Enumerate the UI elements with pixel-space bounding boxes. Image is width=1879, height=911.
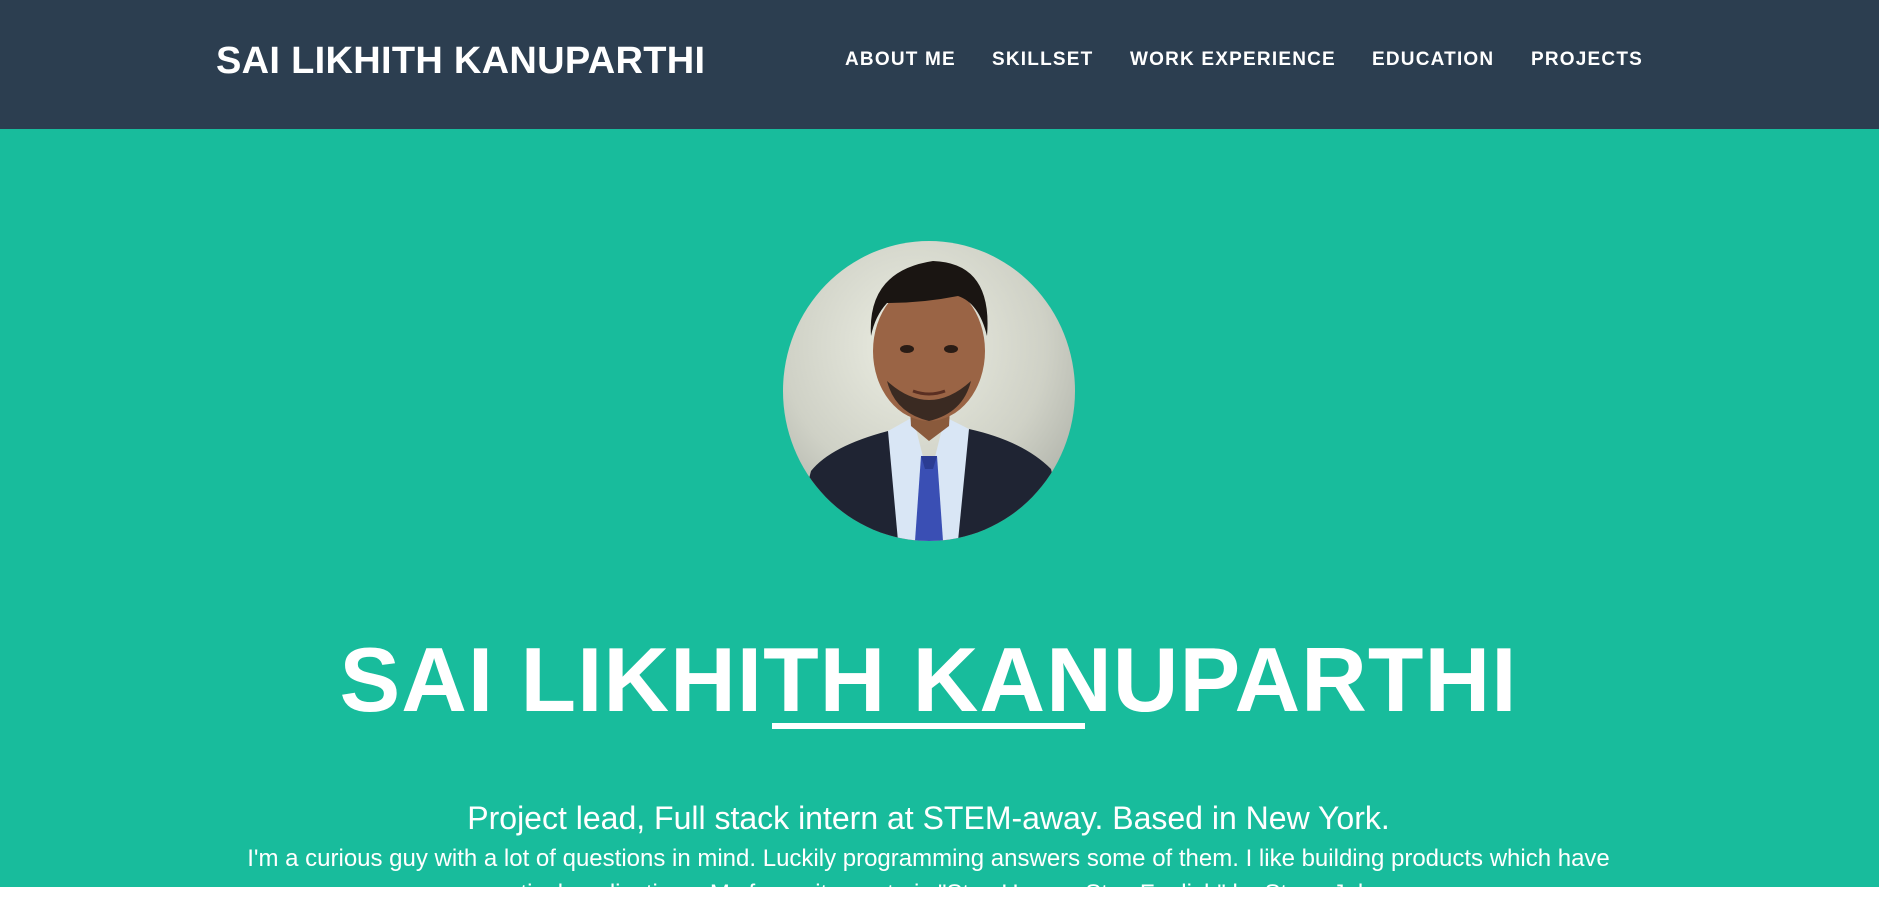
nav-link-work-experience[interactable]: WORK EXPERIENCE <box>1130 49 1336 71</box>
profile-photo <box>783 241 1075 541</box>
masthead: SAI LIKHITH KANUPARTHI Project lead, Ful… <box>0 129 1879 907</box>
profile-photo-icon <box>783 241 1075 541</box>
hero-name: SAI LIKHITH KANUPARTHI <box>339 629 1518 731</box>
nav-link-projects[interactable]: PROJECTS <box>1531 49 1643 71</box>
hero-subtitle: Project lead, Full stack intern at STEM-… <box>467 800 1390 836</box>
hero-divider <box>772 723 1085 729</box>
top-navbar: SAI LIKHITH KANUPARTHI ABOUT ME SKILLSET… <box>0 0 1879 129</box>
nav-link-education[interactable]: EDUCATION <box>1372 49 1494 71</box>
main-nav: ABOUT ME SKILLSET WORK EXPERIENCE EDUCAT… <box>0 49 1879 71</box>
hero-bio: I'm a curious guy with a lot of question… <box>247 845 1610 907</box>
nav-link-skillset[interactable]: SKILLSET <box>992 49 1093 71</box>
nav-link-about-me[interactable]: ABOUT ME <box>845 49 956 71</box>
